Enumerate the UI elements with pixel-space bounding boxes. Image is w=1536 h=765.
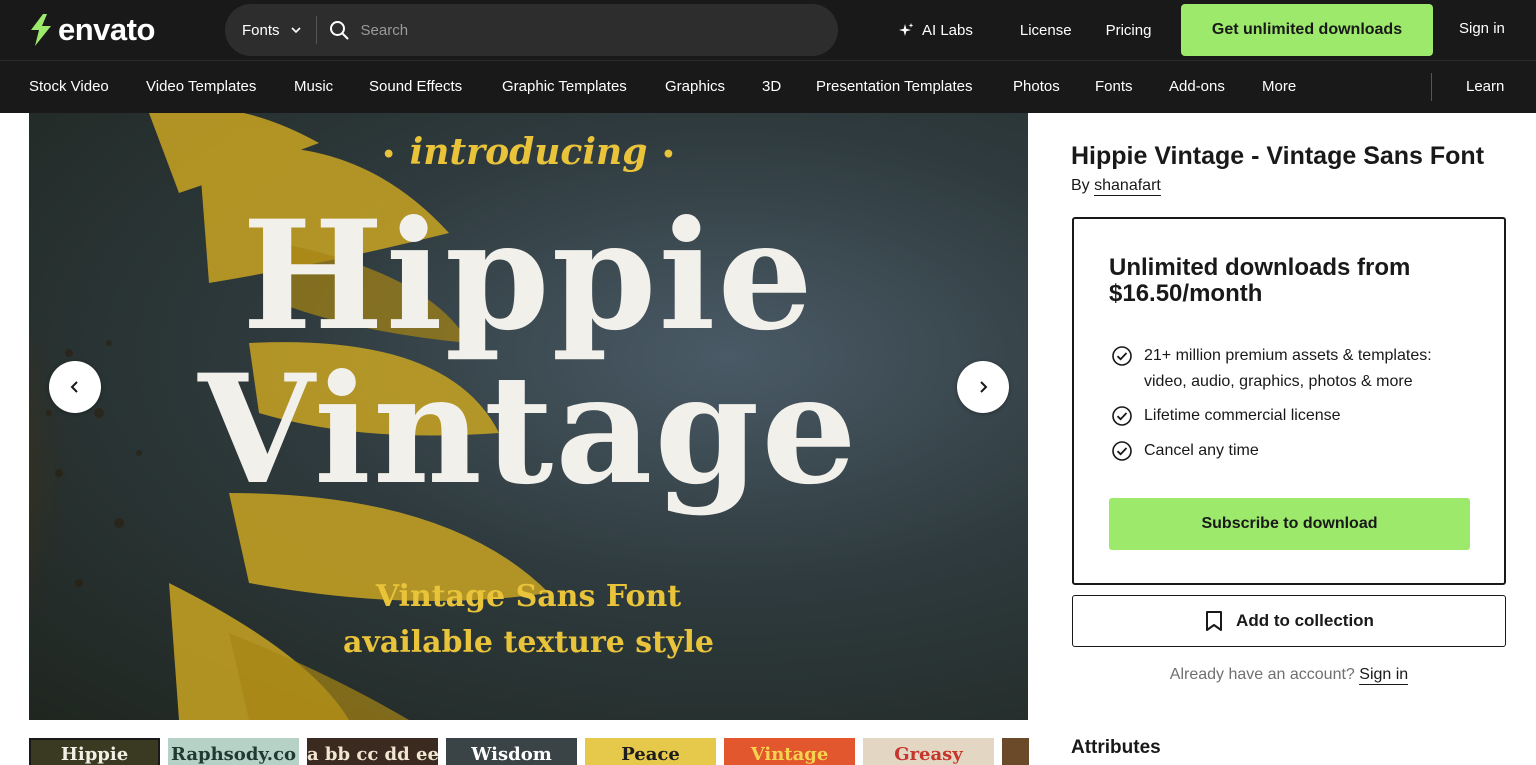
nav-item-stock-video[interactable]: Stock Video [29,78,109,95]
hero-title-vintage: Vintage [198,342,859,518]
chevron-down-icon [290,27,301,34]
top-links: AI Labs License Pricing [898,0,1151,60]
nav-item-add-ons[interactable]: Add-ons [1169,78,1225,95]
thumbnail-label: Raphsody.co [170,744,297,765]
feature-text: 21+ million premium assets & templates: … [1144,347,1432,390]
thumbnail[interactable]: a bb cc dd ee ff gg [307,738,438,765]
feature-item: Lifetime commercial license [1111,403,1474,429]
feature-text: Lifetime commercial license [1144,407,1341,424]
thumbnail-label: Wisdom [471,744,552,765]
hero-title-hippie: Hippie [242,188,815,364]
product-title: Hippie Vintage - Vintage Sans Font [1071,142,1485,170]
check-circle-icon [1112,406,1132,426]
top-header: envato Fonts AI Labs License Pricing Get… [0,0,1536,60]
introducing-word: introducing [409,131,648,173]
by-label: By [1071,177,1090,194]
feature-item: Cancel any time [1111,438,1474,464]
category-nav: Stock Video Video Templates Music Sound … [0,60,1536,113]
tagline-2: available texture style [343,625,714,660]
thumbnail[interactable]: Raphsody.co [168,738,299,765]
introducing-text: • introducing • [381,131,676,173]
nav-item-photos[interactable]: Photos [1013,78,1060,95]
feature-text: Cancel any time [1144,442,1259,459]
thumbnail-strip: Hippie Raphsody.co a bb cc dd ee ff gg Wisd… [29,738,1029,765]
thumbnail[interactable]: Wisdom [446,738,577,765]
ai-labs-link[interactable]: AI Labs [898,22,973,39]
thumbnail-label: Vintage [750,744,829,765]
thumbnail-label: Peace [621,744,680,765]
get-unlimited-downloads-button[interactable]: Get unlimited downloads [1181,4,1433,56]
nav-item-video-templates[interactable]: Video Templates [146,78,256,95]
nav-item-sound-effects[interactable]: Sound Effects [369,78,462,95]
nav-item-learn[interactable]: Learn [1466,78,1504,95]
add-to-collection-label: Add to collection [1236,611,1374,630]
thumbnail-label: Greasy [894,744,963,765]
nav-item-3d[interactable]: 3D [762,78,781,95]
thumbnail[interactable]: Hippie [29,738,160,765]
subscribe-to-download-button[interactable]: Subscribe to download [1109,498,1470,550]
sparkle-icon [899,22,914,36]
search-category-label: Fonts [242,21,280,39]
envato-leaf-icon [31,14,51,46]
nav-divider [1431,73,1432,101]
license-link[interactable]: License [1020,22,1072,39]
sign-in-link[interactable]: Sign in [1459,20,1505,37]
nav-item-graphics[interactable]: Graphics [665,78,725,95]
thumbnail[interactable]: Greasy [863,738,994,765]
subscription-heading: Unlimited downloads from $16.50/month [1109,254,1411,307]
search-icon[interactable] [329,20,349,40]
search-bar: Fonts [225,4,838,56]
feature-item: 21+ million premium assets & templates: … [1111,343,1474,395]
thumbnail-label: a bb cc dd ee ff gg [307,744,438,765]
previous-image-button[interactable] [49,361,101,413]
nav-item-fonts[interactable]: Fonts [1095,78,1133,95]
search-category-select[interactable]: Fonts [225,16,317,44]
thumbnail[interactable]: Peace [585,738,716,765]
tagline-1: Vintage Sans Font [375,579,682,614]
thumbnail[interactable]: Vintage [724,738,855,765]
next-image-button[interactable] [957,361,1009,413]
nav-item-presentation-templates[interactable]: Presentation Templates [816,78,972,95]
nav-item-music[interactable]: Music [294,78,333,95]
check-circle-icon [1112,441,1132,461]
subscription-box: Unlimited downloads from $16.50/month 21… [1072,217,1506,585]
author-link[interactable]: shanafart [1094,177,1161,196]
account-prompt-text: Already have an account? [1169,666,1355,683]
bookmark-icon [1206,611,1223,631]
check-circle-icon [1112,346,1132,366]
sign-in-secondary-link[interactable]: Sign in [1359,666,1409,685]
search-input[interactable] [360,21,801,39]
nav-item-graphic-templates[interactable]: Graphic Templates [502,78,627,95]
attributes-heading: Attributes [1071,737,1161,758]
add-to-collection-button[interactable]: Add to collection [1072,595,1506,647]
ai-labs-label: AI Labs [922,21,973,39]
logo-text: envato [58,12,155,47]
product-preview[interactable]: • introducing • Hippie Vintage Vintage San… [29,113,1028,720]
thumbnail[interactable] [1002,738,1029,765]
author-byline: By shanafart [1071,177,1161,196]
pricing-link[interactable]: Pricing [1106,22,1152,39]
chevron-left-icon [70,381,78,393]
nav-item-more[interactable]: More [1262,78,1296,95]
chevron-right-icon [980,381,988,393]
account-prompt: Already have an account? Sign in [1072,666,1506,685]
envato-logo[interactable]: envato [28,12,155,48]
thumbnail-label: Hippie [60,744,129,765]
